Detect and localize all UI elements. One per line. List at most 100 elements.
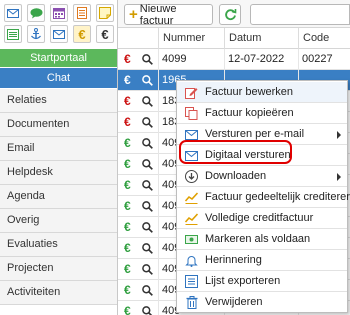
cell-nummer: 4099 — [162, 53, 187, 65]
euro-icon: € — [124, 73, 131, 87]
menu-item-digitaal-versturen[interactable]: Digitaal versturen — [177, 145, 347, 166]
context-menu: Factuur bewerken Factuur kopieëren Verstur… — [176, 80, 350, 313]
search-icon[interactable] — [142, 285, 153, 299]
menu-item-volledige-creditfactuur[interactable]: Volledige creditfactuur — [177, 208, 347, 229]
euro-icon: € — [124, 241, 131, 255]
column-divider — [158, 301, 159, 315]
column-header-code[interactable]: Code — [298, 28, 350, 49]
search-icon[interactable] — [142, 159, 153, 173]
euro-icon: € — [124, 136, 131, 150]
menu-item-herinnering[interactable]: Herinnering — [177, 250, 347, 271]
envelope-icon[interactable] — [4, 4, 22, 22]
search-icon[interactable] — [142, 201, 153, 215]
euro-icon[interactable]: € — [96, 25, 114, 43]
sidebar-item-relaties[interactable]: Relaties — [0, 89, 117, 113]
menu-item-label: Markeren als voldaan — [205, 233, 311, 245]
new-invoice-label: Nieuwe factuur — [139, 2, 177, 27]
table-header: Nummer Datum Code — [118, 28, 350, 49]
submenu-arrow-icon — [337, 131, 341, 139]
euro-icon: € — [124, 304, 131, 315]
euro-icon: € — [124, 220, 131, 234]
menu-item-label: Versturen per e-mail — [205, 128, 305, 140]
document-icon[interactable] — [73, 4, 91, 22]
startportaal-button[interactable]: Startportaal — [0, 49, 117, 67]
sidebar-item-helpdesk[interactable]: Helpdesk — [0, 161, 117, 185]
credit-icon — [185, 191, 198, 204]
column-divider — [158, 133, 159, 154]
search-icon[interactable] — [142, 138, 153, 152]
envelope-icon — [185, 128, 198, 141]
column-divider — [158, 112, 159, 133]
refresh-button[interactable] — [219, 4, 241, 25]
sidebar-item-agenda[interactable]: Agenda — [0, 185, 117, 209]
toolbar: + Nieuwe factuur — [118, 0, 350, 28]
search-icon[interactable] — [142, 243, 153, 257]
plus-icon: + — [129, 6, 138, 23]
sidebar-item-email[interactable]: Email — [0, 137, 117, 161]
search-icon[interactable] — [142, 96, 153, 110]
search-icon[interactable] — [142, 180, 153, 194]
menu-item-label: Factuur bewerken — [205, 86, 294, 98]
menu-item-label: Lijst exporteren — [205, 275, 281, 287]
menu-item-factuur-gedeeltelijk-crediteren[interactable]: Factuur gedeeltelijk crediteren — [177, 187, 350, 208]
sidebar-item-activiteiten[interactable]: Activiteiten — [0, 281, 117, 305]
euro-icon: € — [124, 115, 131, 129]
menu-item-label: Downloaden — [205, 170, 267, 182]
note-icon[interactable] — [96, 4, 114, 22]
column-divider — [158, 49, 159, 70]
chat-icon[interactable] — [27, 4, 45, 22]
calendar-icon[interactable] — [50, 4, 68, 22]
anchor-icon[interactable] — [27, 25, 45, 43]
list-icon[interactable] — [4, 25, 22, 43]
new-invoice-button[interactable]: + Nieuwe factuur — [124, 2, 213, 27]
search-icon[interactable] — [142, 54, 153, 68]
envelope-icon — [185, 149, 198, 162]
chat-button[interactable]: Chat — [0, 68, 117, 88]
column-divider — [158, 154, 159, 175]
menu-item-factuur-bewerken[interactable]: Factuur bewerken — [177, 82, 347, 103]
euro-icon: € — [124, 199, 131, 213]
search-icon[interactable] — [142, 264, 153, 278]
search-icon[interactable] — [142, 75, 153, 89]
column-header-datum[interactable]: Datum — [224, 28, 298, 49]
table-row[interactable]: €4099 12-07-2022 00227 — [118, 49, 350, 70]
menu-item-label: Verwijderen — [205, 296, 263, 308]
column-divider — [224, 49, 225, 70]
menu-item-factuur-kopieeren[interactable]: Factuur kopieëren — [177, 103, 347, 124]
sidebar: € € Startportaal Chat Relaties Documente… — [0, 0, 118, 315]
euro-icon: € — [124, 262, 131, 276]
menu-item-label: Volledige creditfactuur — [205, 212, 314, 224]
euro-icon[interactable]: € — [73, 25, 91, 43]
search-icon[interactable] — [142, 117, 153, 131]
euro-icon: € — [124, 178, 131, 192]
euro-icon: € — [124, 283, 131, 297]
cell-datum: 12-07-2022 — [228, 53, 285, 65]
sidebar-item-projecten[interactable]: Projecten — [0, 257, 117, 281]
menu-item-versturen-per-e-mail[interactable]: Versturen per e-mail — [177, 124, 347, 145]
menu-item-lijst-exporteren[interactable]: Lijst exporteren — [177, 271, 347, 292]
export-icon — [185, 275, 198, 288]
search-icon[interactable] — [142, 306, 153, 315]
search-icon[interactable] — [142, 222, 153, 236]
menu-item-label: Factuur kopieëren — [205, 107, 294, 119]
menu-item-label: Digitaal versturen — [205, 149, 291, 161]
menu-item-downloaden[interactable]: Downloaden — [177, 166, 347, 187]
column-header-nummer[interactable]: Nummer — [158, 28, 224, 49]
sidebar-icon-grid: € € — [0, 0, 118, 48]
sidebar-item-evaluaties[interactable]: Evaluaties — [0, 233, 117, 257]
download-icon — [185, 170, 198, 183]
column-divider — [158, 196, 159, 217]
money-icon — [185, 233, 198, 246]
search-input[interactable] — [250, 4, 350, 25]
menu-item-verwijderen[interactable]: Verwijderen — [177, 292, 347, 313]
credit-icon — [185, 212, 198, 225]
envelope-icon[interactable] — [50, 25, 68, 43]
sidebar-item-documenten[interactable]: Documenten — [0, 113, 117, 137]
menu-item-markeren-als-voldaan[interactable]: Markeren als voldaan — [177, 229, 347, 250]
sidebar-item-overig[interactable]: Overig — [0, 209, 117, 233]
column-divider — [158, 175, 159, 196]
column-divider — [158, 91, 159, 112]
column-divider — [158, 238, 159, 259]
euro-icon: € — [124, 157, 131, 171]
bell-icon — [185, 254, 198, 267]
